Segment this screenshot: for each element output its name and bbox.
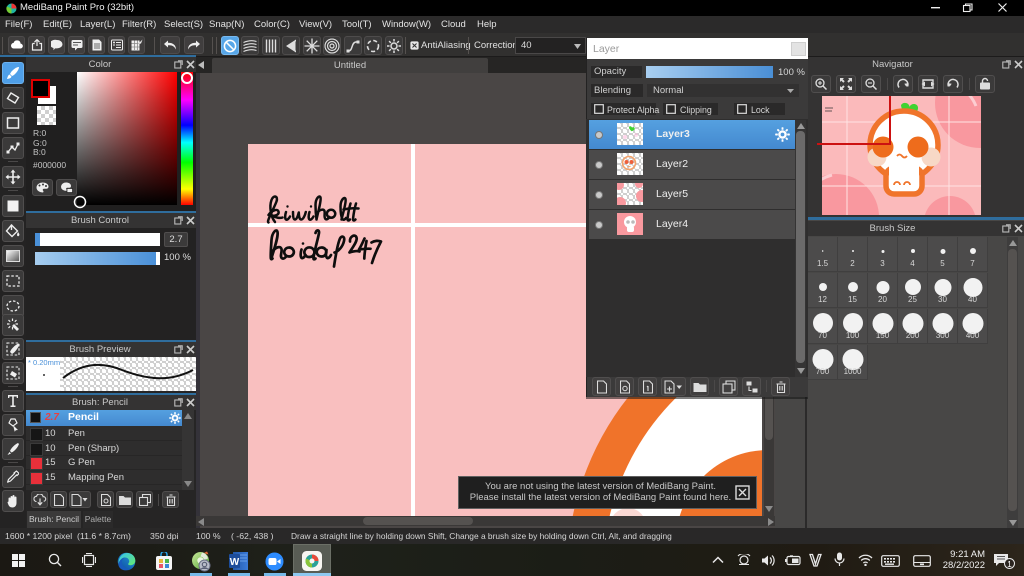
- svg-text:W: W: [230, 557, 240, 568]
